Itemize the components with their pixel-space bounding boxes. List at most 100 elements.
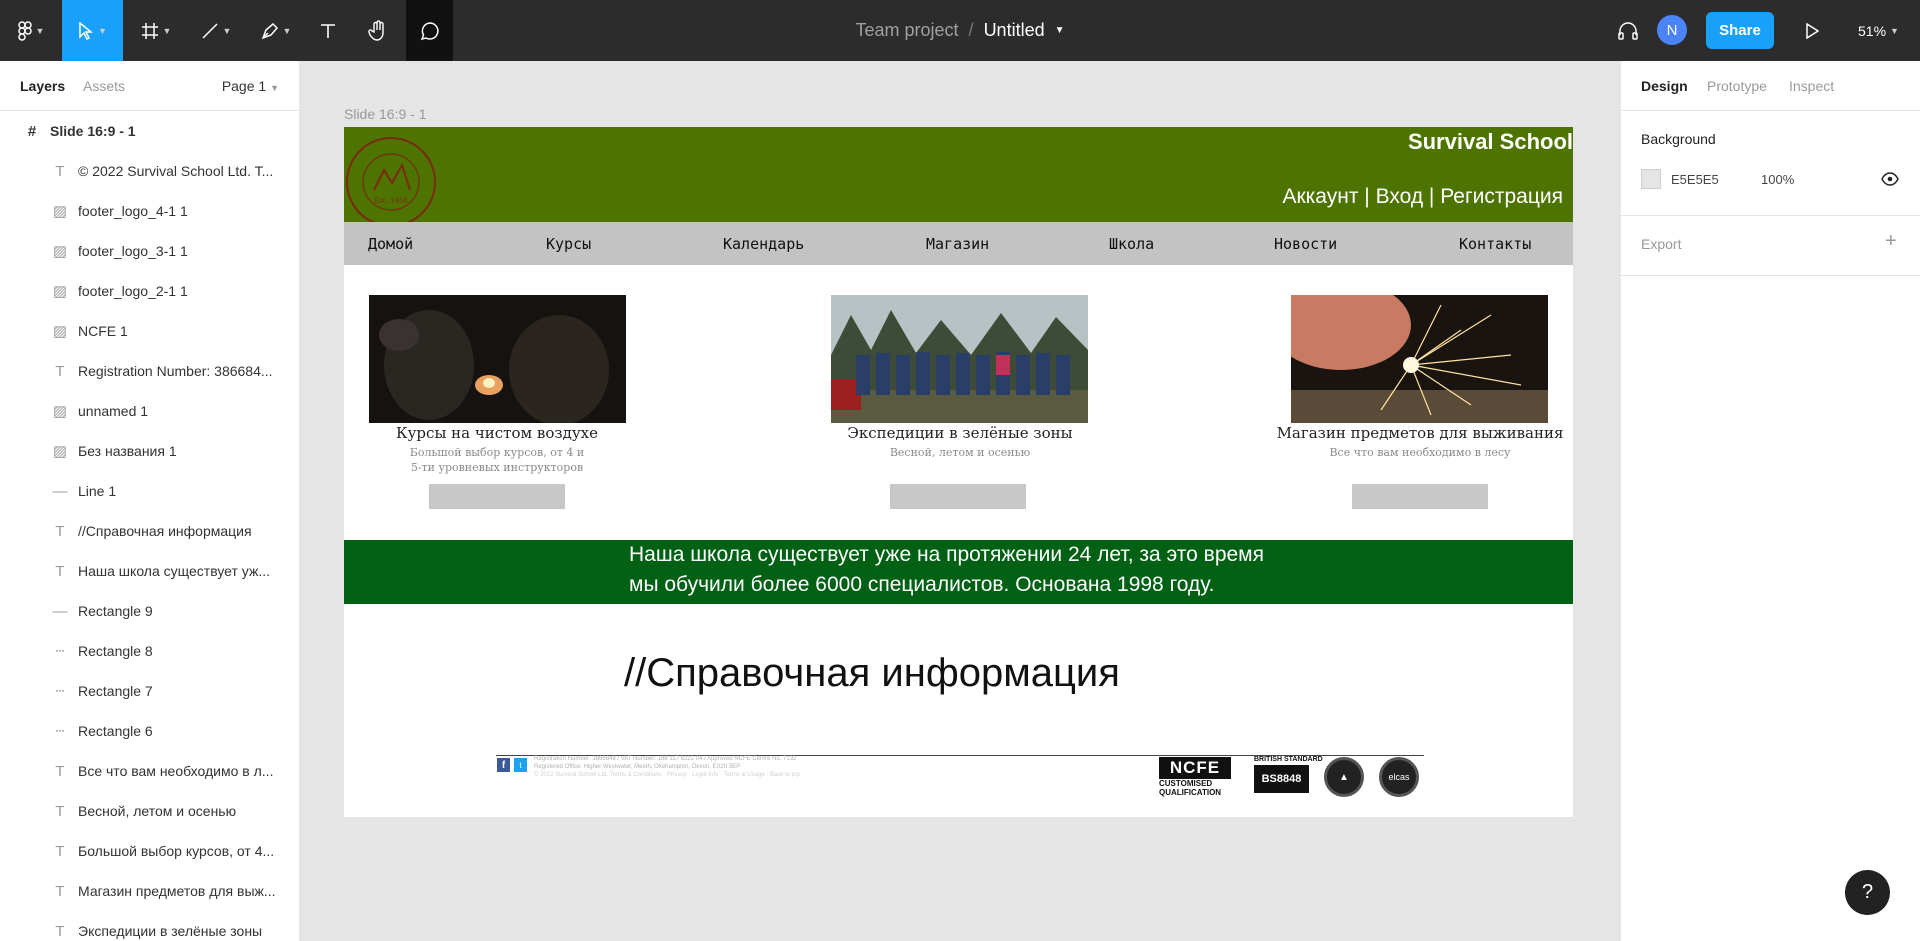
layer-label: unnamed 1	[78, 403, 149, 419]
file-name[interactable]: Untitled	[984, 20, 1045, 41]
layer-item[interactable]: ▨ NCFE 1	[0, 311, 299, 351]
nav-item-school[interactable]: Школа	[1109, 235, 1154, 253]
bs-code: BS8848	[1254, 765, 1309, 793]
layer-label: footer_logo_3-1 1	[78, 243, 188, 259]
layer-item[interactable]: — Rectangle 9	[0, 591, 299, 631]
card-button[interactable]	[429, 484, 565, 509]
layer-item[interactable]: ▨ Без названия 1	[0, 431, 299, 471]
hand-tool-button[interactable]	[360, 0, 396, 61]
layer-item[interactable]: T Весной, летом и осенью	[0, 791, 299, 831]
logo-est: Est. 1968	[374, 197, 408, 205]
tab-inspect[interactable]: Inspect	[1789, 78, 1834, 94]
frame-tool-button[interactable]: ▼	[135, 0, 177, 61]
layer-label: Rectangle 7	[78, 683, 153, 699]
layer-item[interactable]: ▨ unnamed 1	[0, 391, 299, 431]
text-icon: T	[55, 922, 65, 940]
background-swatch[interactable]	[1641, 169, 1661, 189]
facebook-icon[interactable]: f	[497, 758, 510, 772]
share-button[interactable]: Share	[1706, 12, 1774, 49]
cursor-icon	[79, 21, 94, 40]
layer-label: Без названия 1	[78, 443, 177, 459]
banner-text: Наша школа существует уже на протяжении …	[629, 540, 1264, 600]
layer-item[interactable]: ▨ footer_logo_3-1 1	[0, 231, 299, 271]
layer-item[interactable]: ┄ Rectangle 7	[0, 671, 299, 711]
nav-item-contacts[interactable]: Контакты	[1459, 235, 1531, 253]
layer-frame[interactable]: # Slide 16:9 - 1	[0, 111, 299, 151]
layer-label: © 2022 Survival School Ltd. T...	[78, 163, 274, 179]
layer-item[interactable]: T © 2022 Survival School Ltd. T...	[0, 151, 299, 191]
tab-design[interactable]: Design	[1641, 78, 1688, 94]
page-selector[interactable]: Page 1 ▼	[222, 78, 279, 94]
layer-item[interactable]: ┄ Rectangle 8	[0, 631, 299, 671]
background-section: Background E5E5E5 100%	[1621, 111, 1920, 216]
present-button[interactable]	[1794, 0, 1830, 61]
export-section: Export +	[1621, 216, 1920, 276]
comment-tool-button[interactable]	[406, 0, 453, 61]
help-button[interactable]: ?	[1845, 870, 1890, 915]
headphones-icon	[1618, 21, 1638, 40]
nav-item-shop[interactable]: Магазин	[926, 235, 989, 253]
account-links[interactable]: Аккаунт | Вход | Регистрация	[1282, 185, 1563, 209]
layer-label: Rectangle 9	[78, 603, 153, 619]
add-export-icon[interactable]: +	[1885, 230, 1897, 253]
eye-icon[interactable]	[1881, 172, 1899, 186]
about-banner: Наша школа существует уже на протяжении …	[344, 540, 1573, 604]
nav-item-calendar[interactable]: Календарь	[723, 235, 804, 253]
layer-item[interactable]: — Line 1	[0, 471, 299, 511]
card-subtitle-line: 5-ти уровневых инструкторов	[410, 461, 584, 474]
zoom-menu[interactable]: 51% ▼	[1858, 0, 1899, 61]
shape-tool-button[interactable]: ▼	[195, 0, 237, 61]
text-icon: T	[55, 882, 65, 900]
move-tool-button[interactable]: ▼	[62, 0, 123, 61]
tab-prototype[interactable]: Prototype	[1707, 78, 1767, 94]
dashed-rect-icon: ┄	[55, 723, 65, 740]
tab-layers[interactable]: Layers	[20, 78, 65, 94]
chevron-down-icon: ▼	[222, 25, 232, 36]
layer-label: Rectangle 6	[78, 723, 153, 739]
toolbar: ▼ ▼ ▼ ▼ ▼ Team project / Untitled ▼ N Sh…	[0, 0, 1920, 61]
right-panel-tabs: Design Prototype Inspect	[1621, 61, 1920, 111]
background-hex[interactable]: E5E5E5	[1671, 172, 1719, 187]
layer-item[interactable]: ┄ Rectangle 6	[0, 711, 299, 751]
dashed-rect-icon: ┄	[55, 683, 65, 700]
layer-item[interactable]: T Экспедиции в зелёные зоны	[0, 911, 299, 941]
layer-item[interactable]: T //Справочная информация	[0, 511, 299, 551]
image-icon: ▨	[52, 283, 68, 300]
frame-label[interactable]: Slide 16:9 - 1	[344, 106, 427, 122]
chevron-down-icon[interactable]: ▼	[1055, 25, 1065, 36]
background-heading: Background	[1641, 131, 1716, 147]
nav-item-news[interactable]: Новости	[1274, 235, 1337, 253]
layer-item[interactable]: ▨ footer_logo_4-1 1	[0, 191, 299, 231]
card-button[interactable]	[1352, 484, 1488, 509]
main-menu-button[interactable]: ▼	[10, 0, 52, 61]
adventure-logo: ▲	[1324, 757, 1364, 797]
chevron-down-icon: ▼	[282, 25, 292, 36]
nav-item-home[interactable]: Домой	[368, 235, 413, 253]
layer-item[interactable]: T Магазин предметов для выж...	[0, 871, 299, 911]
site-title: Survival School	[1407, 129, 1573, 154]
play-icon	[1806, 22, 1819, 39]
slide-frame[interactable]: Est. 1968 Survival School Аккаунт | Вход…	[344, 127, 1573, 817]
audio-button[interactable]	[1610, 0, 1646, 61]
card-button[interactable]	[890, 484, 1026, 509]
layer-item[interactable]: T Registration Number: 386684...	[0, 351, 299, 391]
line-icon: —	[52, 602, 68, 620]
layer-item[interactable]: T Наша школа существует уж...	[0, 551, 299, 591]
layer-item[interactable]: T Все что вам необходимо в л...	[0, 751, 299, 791]
twitter-icon[interactable]: t	[514, 758, 527, 772]
layer-item[interactable]: T Большой выбор курсов, от 4...	[0, 831, 299, 871]
layer-item[interactable]: ▨ footer_logo_2-1 1	[0, 271, 299, 311]
pen-tool-button[interactable]: ▼	[255, 0, 297, 61]
text-icon: T	[55, 362, 65, 380]
text-tool-button[interactable]	[310, 0, 346, 61]
line-icon: —	[52, 482, 68, 500]
team-name[interactable]: Team project	[856, 20, 959, 41]
background-opacity[interactable]: 100%	[1761, 172, 1794, 187]
image-icon: ▨	[52, 403, 68, 420]
avatar[interactable]: N	[1657, 15, 1687, 45]
nav-item-courses[interactable]: Курсы	[546, 235, 591, 253]
shop-photo	[1291, 295, 1548, 423]
frame-icon	[141, 22, 158, 39]
tab-assets[interactable]: Assets	[83, 78, 125, 94]
school-logo-icon: Est. 1968	[346, 137, 436, 227]
